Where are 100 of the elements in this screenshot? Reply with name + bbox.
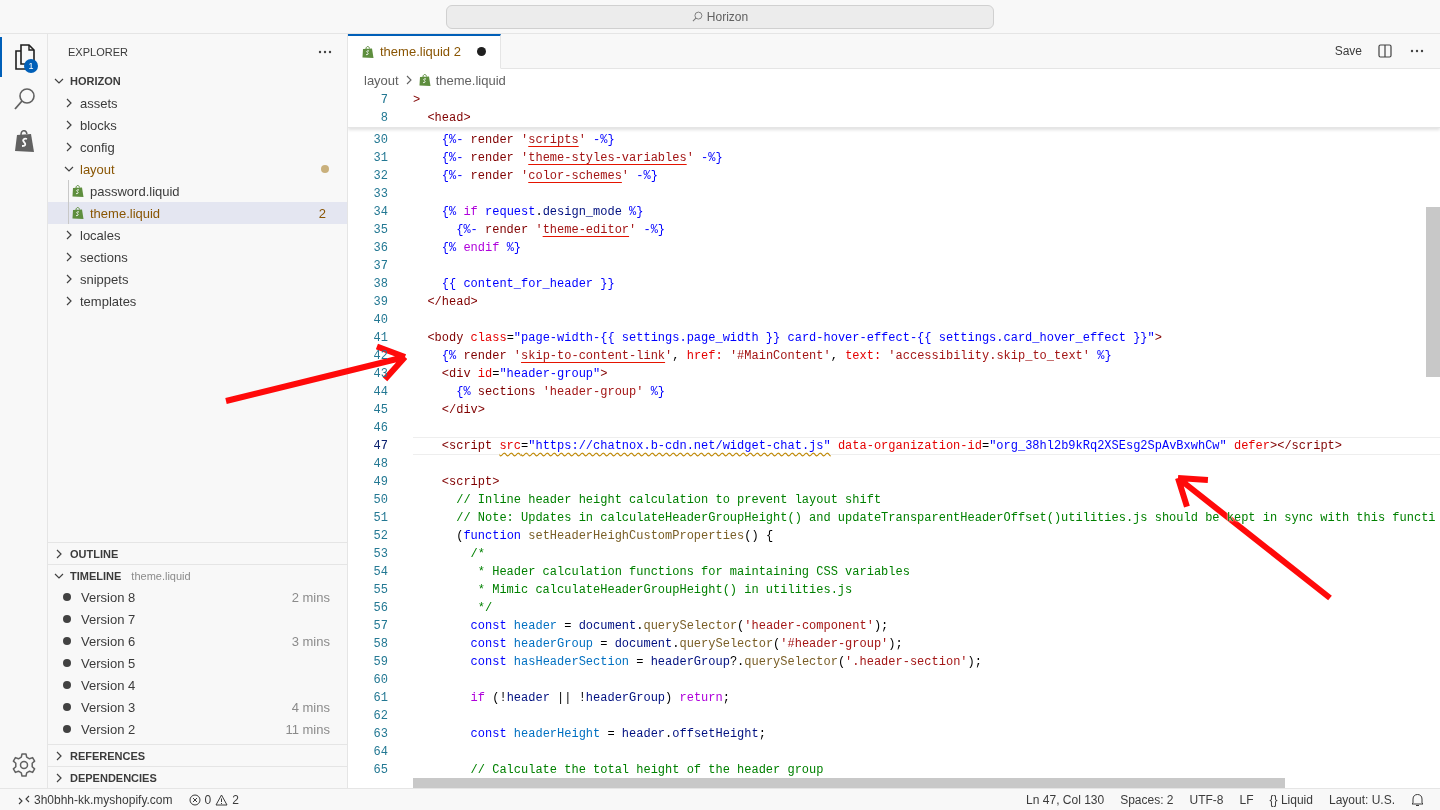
line-number: 33 [372,187,389,201]
chevron-icon [404,75,413,85]
remote-indicator[interactable]: 3h0bhh-kk.myshopify.com [10,792,181,807]
code-line: const header = document.querySelector('header-component'); [469,618,890,635]
line-number: 42 [372,349,389,363]
scrollbar-thumb[interactable] [1426,207,1440,377]
code-line: // Calculate the total height of the header group [469,762,825,779]
line-number: 56 [372,601,389,615]
outline-header[interactable]: OUTLINE [48,542,347,564]
timeline-item[interactable]: Version 6 3 mins [48,630,347,652]
split-editor-icon[interactable] [1378,44,1392,58]
line-number: 45 [372,403,389,417]
command-center[interactable]: Horizon [446,4,994,29]
code-line: {%- render 'theme-editor' -%} [455,222,667,239]
folder-item[interactable]: blocks [48,114,347,136]
language-mode[interactable]: {} Liquid [1261,792,1321,807]
encoding-setting[interactable]: UTF-8 [1181,792,1232,807]
more-icon[interactable] [1410,49,1424,53]
line-number: 49 [372,475,389,489]
problems-indicator[interactable]: 0 2 [180,792,247,807]
timestamp: 2 mins [291,589,330,605]
timeline-item[interactable]: Version 8 2 mins [48,586,347,608]
code-line: {%- render 'theme-styles-variables' -%} [440,150,724,167]
timeline-item[interactable]: Version 3 4 mins [48,696,347,718]
horizontal-scrollbar[interactable] [413,778,1285,788]
timestamp: 11 mins [285,721,330,737]
bell-icon[interactable] [1411,792,1424,807]
error-icon [188,793,201,806]
code-line: {%- render 'color-schemes' -%} [440,168,659,185]
line-ending-setting[interactable]: LF [1231,792,1262,807]
timeline-item[interactable]: Version 5 [48,652,347,674]
line-number: 7 [379,93,389,107]
references-header[interactable]: REFERENCES [48,744,347,766]
code-line: const headerGroup = document.querySelector('#header-group'); [469,636,904,653]
search-icon [691,11,703,22]
panel-title: EXPLORER [68,46,128,58]
code-line: */ [476,600,494,617]
line-number: 30 [372,133,389,147]
code-line: > [413,92,422,109]
breadcrumb-item[interactable]: layout [364,72,399,88]
timeline-item[interactable]: Version 2 11 mins [48,718,347,740]
line-number: 41 [372,331,389,345]
code-line: <body class="page-width-{{ settings.page_width }} card-hover-effect-{{ settings.card_hover_effect }}"> [426,330,1163,347]
line-number: 35 [372,223,389,237]
line-number: 44 [372,385,389,399]
line-number: 58 [372,637,389,651]
code-line: // Inline header height calculation to prevent layout shift [455,492,883,509]
line-number: 46 [372,421,389,435]
file-item[interactable]: theme.liquid 2 [48,202,347,224]
line-number: 57 [372,619,389,633]
folder-item[interactable]: sections [48,246,347,268]
timeline-header[interactable]: TIMELINE theme.liquid [48,565,347,586]
folder-header[interactable]: HORIZON [48,70,347,92]
timeline-file: theme.liquid [131,569,191,582]
timeline-item[interactable]: Version 7 [48,608,347,630]
code-line: <div id="header-group"> [440,366,609,383]
line-number: 43 [372,367,389,381]
shopping-bag-icon [72,206,84,220]
code-line: {{ content_for_header }} [440,276,616,293]
folder-item[interactable]: layout [48,158,347,180]
code-line: {%- render 'scripts' -%} [440,132,616,149]
search-icon [11,86,38,112]
folder-item[interactable]: config [48,136,347,158]
code-line: if (!header || !headerGroup) return; [469,690,731,707]
code-line: {% if request.design_mode %} [440,204,645,221]
folder-item[interactable]: snippets [48,268,347,290]
editor-tab[interactable]: theme.liquid 2 [348,33,501,69]
code-line: (function setHeaderHeighCustomProperties() { [455,528,775,545]
breadcrumb-item[interactable]: theme.liquid [435,72,506,88]
warning-icon [215,793,229,806]
keyboard-layout[interactable]: Layout: U.S. [1320,792,1403,807]
line-number: 39 [372,295,389,309]
line-number: 65 [372,763,389,777]
folder-item[interactable]: locales [48,224,347,246]
commit-dot-icon [63,725,71,733]
code-line: const headerHeight = header.offsetHeight; [469,726,767,743]
line-number: 54 [372,565,389,579]
code-line: <script src="https://chatnox.b-cdn.net/widget-chat.js" data-organization-id="org_38hl2b9kRq2XSEsg2SpAvBxwhCw" defer></script> [413,437,1440,455]
commit-dot-icon [63,615,71,623]
code-line: <script> [440,474,501,491]
timeline-item[interactable]: Version 4 [48,674,347,696]
settings-icon[interactable] [10,752,37,778]
shopping-bag-icon [362,44,374,59]
more-icon[interactable] [318,50,332,54]
shopping-bag-icon [13,128,36,154]
shopping-bag-icon [72,184,84,198]
folder-item[interactable]: assets [48,92,347,114]
code-line: /* [469,546,486,563]
code-line: {% endif %} [440,240,523,257]
line-number: 60 [372,673,389,687]
code-line: * Mimic calculateHeaderGroupHeight() in utilities.js [476,582,854,599]
remote-icon [18,793,30,806]
line-number: 61 [372,691,389,705]
indentation-setting[interactable]: Spaces: 2 [1112,792,1182,807]
notification-badge: 1 [24,59,38,73]
cursor-position[interactable]: Ln 47, Col 130 [1018,792,1113,807]
save-button[interactable]: Save [1330,42,1366,60]
folder-item[interactable]: templates [48,290,347,312]
line-number: 53 [372,547,389,561]
commit-dot-icon [63,659,71,667]
